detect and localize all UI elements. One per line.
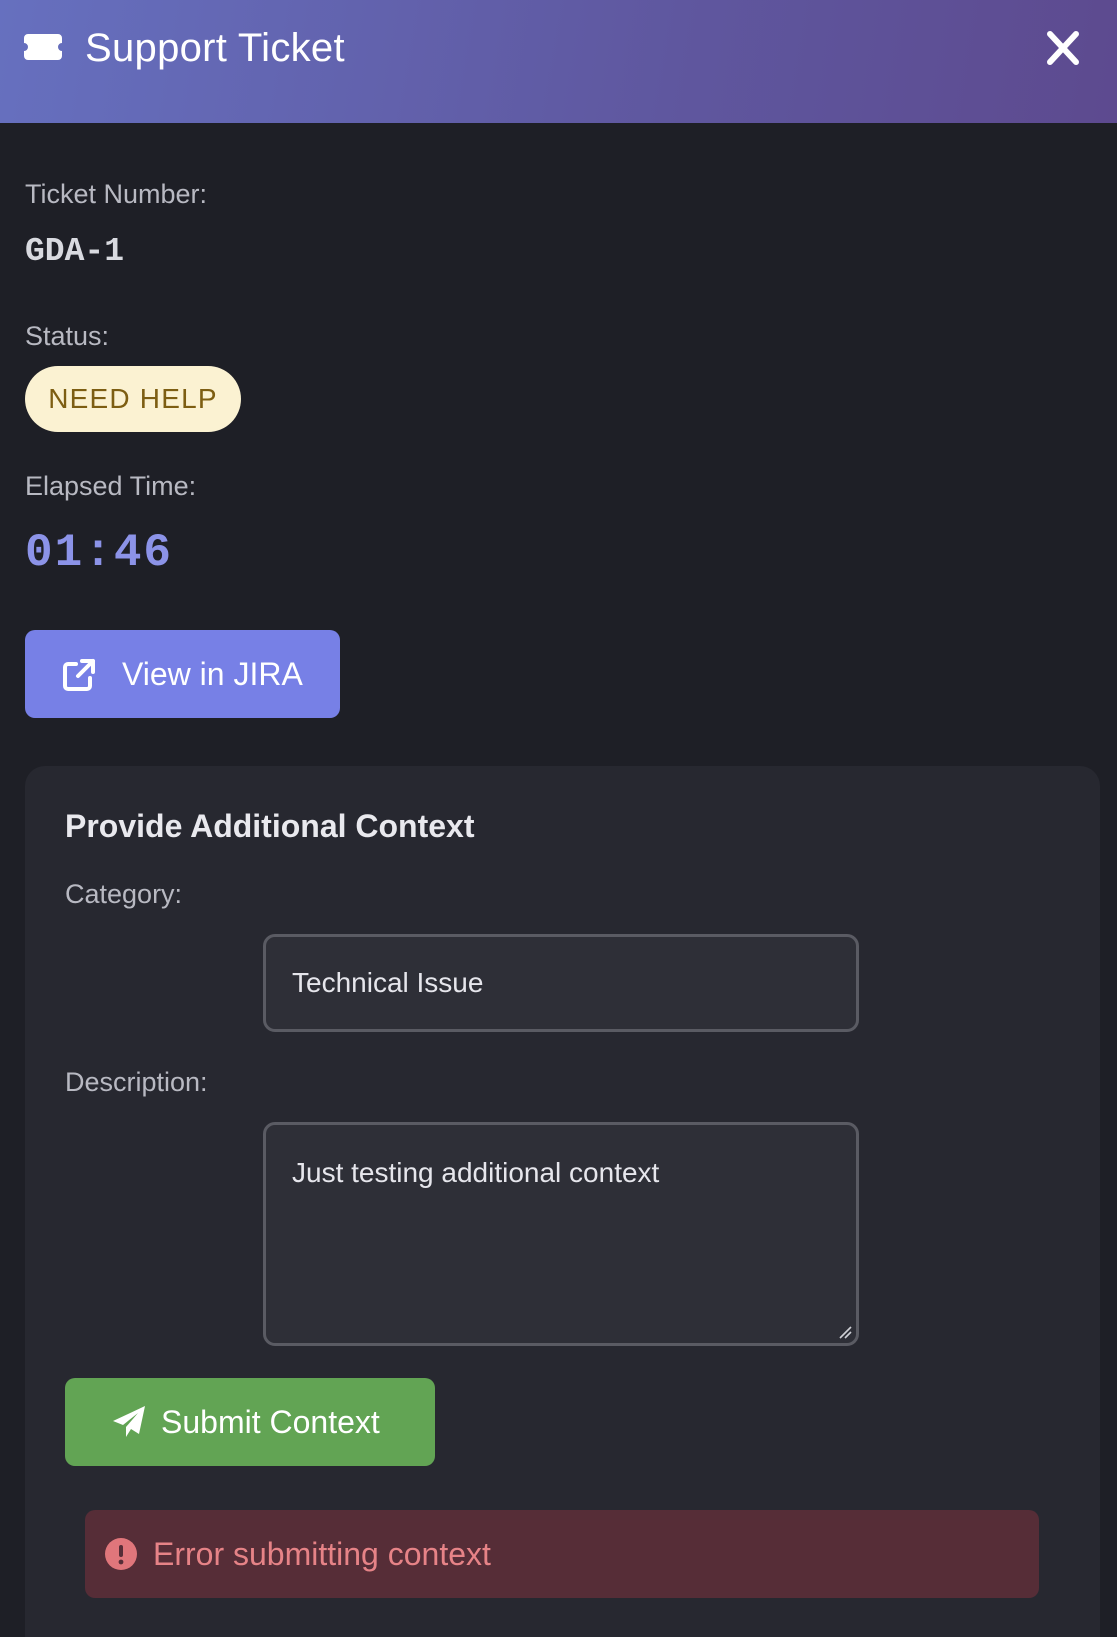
support-ticket-panel: Support Ticket Ticket Number: GDA-1 Stat… <box>0 0 1117 1637</box>
view-in-jira-label: View in JIRA <box>122 656 303 692</box>
resize-grip-icon[interactable] <box>838 1325 852 1339</box>
submit-context-label: Submit Context <box>161 1404 380 1440</box>
elapsed-time-value: 01:46 <box>25 527 174 579</box>
submit-context-button[interactable]: Submit Context <box>65 1378 435 1466</box>
close-icon[interactable] <box>1040 28 1086 68</box>
external-link-icon <box>63 659 95 691</box>
description-text: Just testing additional context <box>292 1157 660 1188</box>
error-message: Error submitting context <box>85 1510 1039 1598</box>
context-card-title: Provide Additional Context <box>65 808 475 844</box>
exclamation-circle-icon <box>105 1538 137 1570</box>
ticket-icon <box>24 34 62 60</box>
paper-plane-icon <box>113 1406 145 1437</box>
ticket-number-label: Ticket Number: <box>25 179 208 209</box>
description-label: Description: <box>65 1067 208 1097</box>
description-textarea[interactable]: Just testing additional context <box>263 1122 859 1346</box>
elapsed-time-label: Elapsed Time: <box>25 471 197 501</box>
status-badge: NEED HELP <box>25 366 241 432</box>
additional-context-card: Provide Additional Context Category: Tec… <box>25 766 1100 1637</box>
ticket-number-value: GDA-1 <box>25 233 125 270</box>
panel-header: Support Ticket <box>0 0 1117 123</box>
view-in-jira-button[interactable]: View in JIRA <box>25 630 340 718</box>
status-label: Status: <box>25 321 110 351</box>
category-select[interactable]: Technical Issue <box>263 934 859 1032</box>
category-label: Category: <box>65 879 183 909</box>
panel-title: Support Ticket <box>85 26 345 70</box>
error-text: Error submitting context <box>153 1536 491 1572</box>
